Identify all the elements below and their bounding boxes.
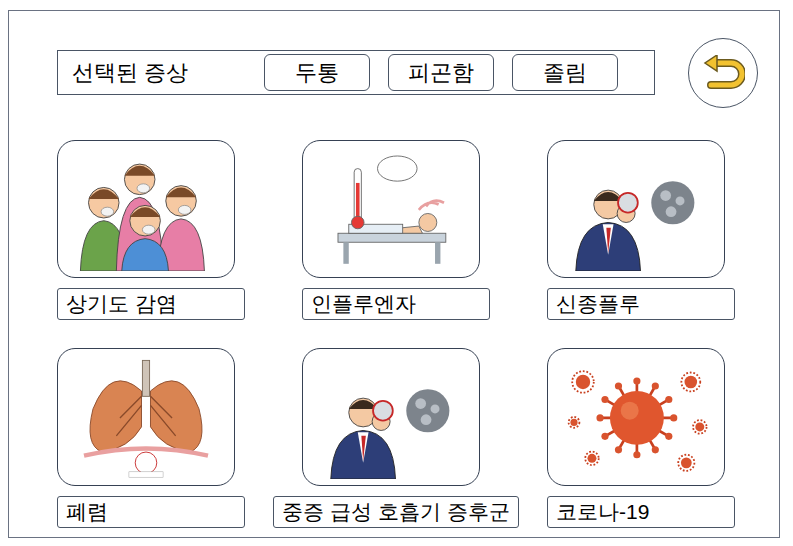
disease-card[interactable]: 폐렴 xyxy=(57,348,245,528)
header-row: 선택된 증상 두통 피곤함 졸림 xyxy=(57,38,779,108)
selected-symptoms-bar: 선택된 증상 두통 피곤함 졸림 xyxy=(57,50,655,95)
screen-frame: 선택된 증상 두통 피곤함 졸림상기도 감염 인플루엔자 신종플루폐렴 중증 급성 호흡기 … xyxy=(8,10,780,538)
disease-label: 중증 급성 호흡기 증후군 xyxy=(273,496,519,528)
disease-image xyxy=(547,348,725,486)
disease-image xyxy=(547,140,725,278)
disease-grid: 상기도 감염인플루엔자신종플루폐렴중증 급성 호흡기 증후군코로나-19 xyxy=(57,140,779,528)
disease-label: 인플루엔자 xyxy=(302,288,490,320)
disease-image xyxy=(57,140,235,278)
symptom-chip[interactable]: 피곤함 xyxy=(388,54,494,91)
virus-man-icon xyxy=(311,355,471,479)
lungs-icon xyxy=(66,355,226,479)
disease-label: 코로나-19 xyxy=(547,496,735,528)
coronavirus-icon xyxy=(556,355,716,479)
page: 선택된 증상 두통 피곤함 졸림상기도 감염 인플루엔자 신종플루폐렴 중증 급성 호흡기 … xyxy=(0,0,793,546)
disease-card[interactable]: 신종플루 xyxy=(547,140,735,320)
disease-label: 상기도 감염 xyxy=(57,288,245,320)
disease-card[interactable]: 인플루엔자 xyxy=(302,140,490,320)
disease-label: 폐렴 xyxy=(57,496,245,528)
disease-card[interactable]: 상기도 감염 xyxy=(57,140,245,320)
fever-patient-icon xyxy=(311,147,471,271)
selected-symptoms-title: 선택된 증상 xyxy=(72,56,188,89)
back-button[interactable] xyxy=(688,38,758,108)
disease-label: 신종플루 xyxy=(547,288,735,320)
people-coughing-icon xyxy=(66,147,226,271)
disease-image xyxy=(302,348,480,486)
disease-image xyxy=(57,348,235,486)
disease-card[interactable]: 코로나-19 xyxy=(547,348,735,528)
disease-card[interactable]: 중증 급성 호흡기 증후군 xyxy=(302,348,490,528)
disease-image xyxy=(302,140,480,278)
symptom-chip[interactable]: 졸림 xyxy=(512,54,618,91)
symptom-chip[interactable]: 두통 xyxy=(264,54,370,91)
virus-man-icon xyxy=(556,147,716,271)
back-arrow-icon xyxy=(701,55,745,91)
